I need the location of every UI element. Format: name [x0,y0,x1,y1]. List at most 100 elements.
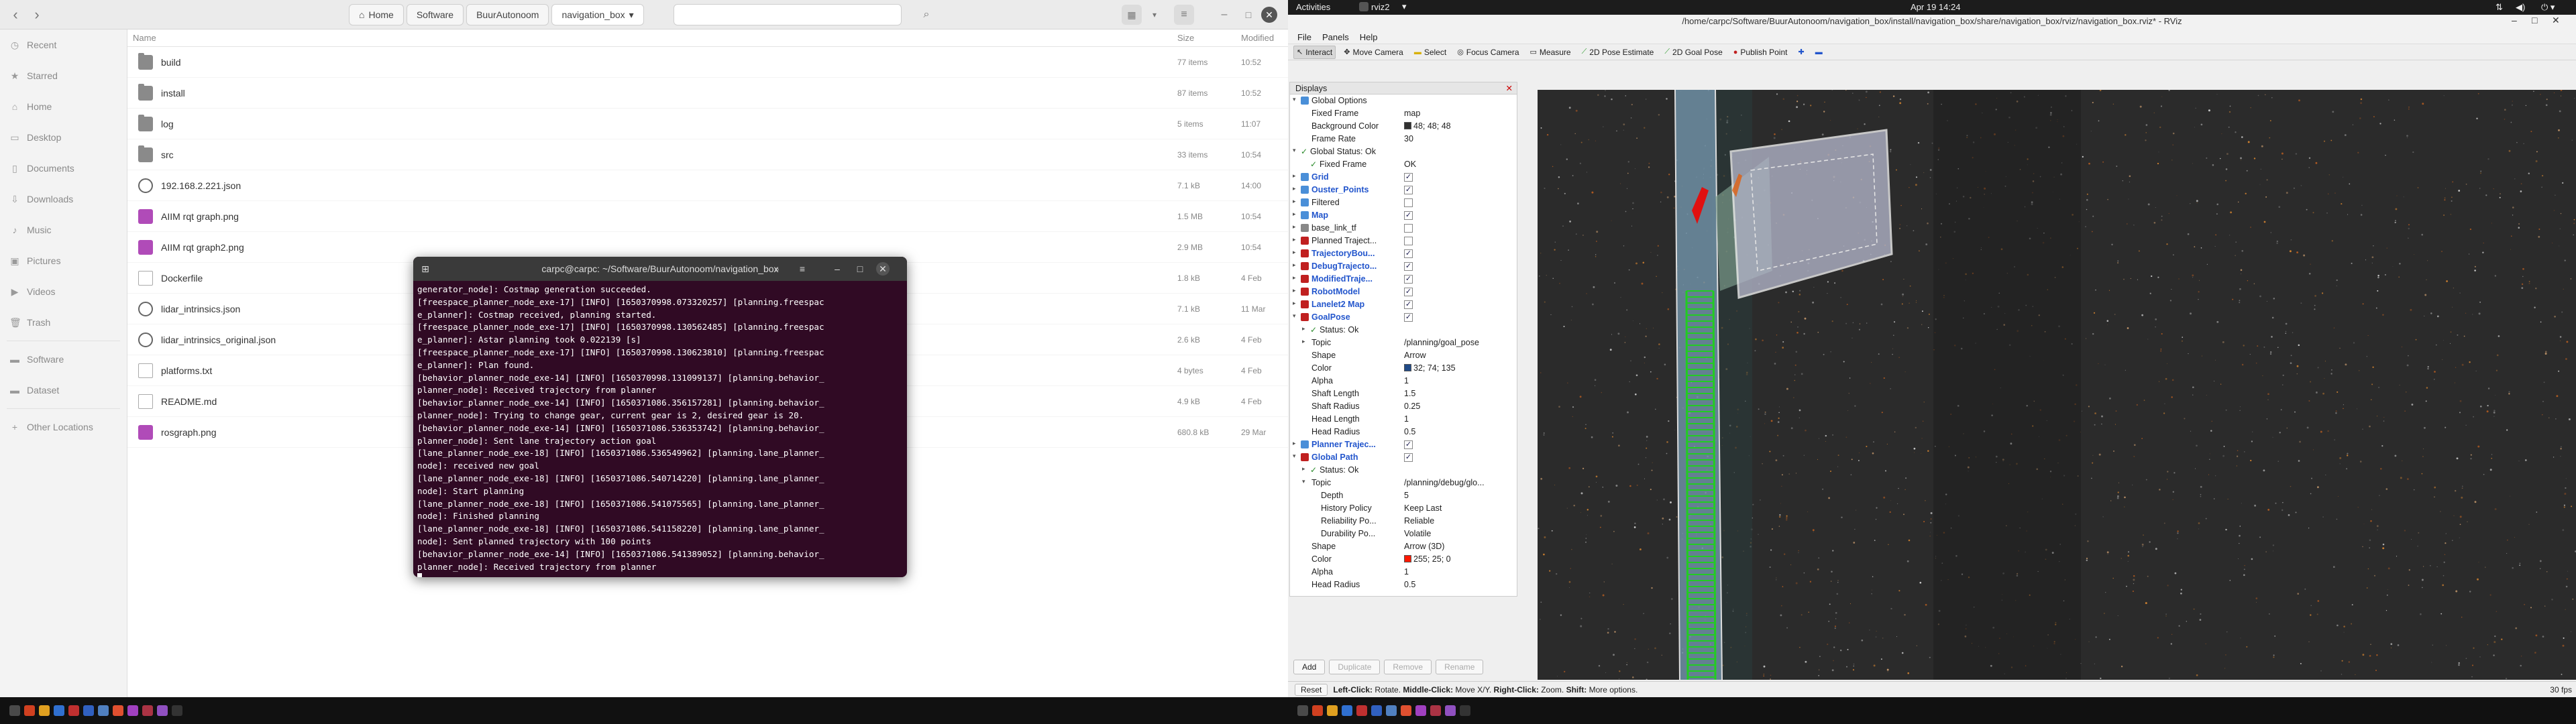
render-viewport[interactable] [1538,90,2576,680]
taskbar-app-icon[interactable] [1430,705,1441,716]
display-tree-item[interactable]: ▸ Lanelet2 Map ✓ [1290,298,1517,311]
expand-down-icon[interactable]: ▾ [1293,312,1296,320]
taskbar-app-icon[interactable] [172,705,182,716]
taskbar-app-icon[interactable] [142,705,153,716]
display-tree-item[interactable]: ▸ ModifiedTraje... ✓ [1290,273,1517,286]
taskbar-app-icon[interactable] [1297,705,1308,716]
column-modified[interactable]: Modified [1241,33,1274,43]
close-icon[interactable]: ✕ [1506,82,1513,95]
display-tree-item[interactable]: ▸ Ouster_Points ✓ [1290,184,1517,196]
display-tree-item[interactable]: Color 32; 74; 135 [1290,362,1517,375]
location-input[interactable] [674,4,902,25]
sidebar-item-dataset[interactable]: ▬ Dataset [0,375,127,406]
display-tree-item[interactable]: Shaft Length 1.5 [1290,387,1517,400]
property-value[interactable]: 1.5 [1404,389,1415,398]
breadcrumb-buurautonoom[interactable]: BuurAutonoom [466,4,549,25]
clock[interactable]: Apr 19 14:24 [1911,2,1960,12]
property-value[interactable]: 0.25 [1404,402,1420,411]
property-value[interactable]: map [1404,109,1420,118]
display-tree-item[interactable]: Shape Arrow [1290,349,1517,362]
property-value[interactable]: OK [1404,160,1416,169]
sidebar-item-trash[interactable]: 🗑 Trash [0,307,127,338]
display-tree-item[interactable]: ▸ Grid ✓ [1290,171,1517,184]
sidebar-item-home[interactable]: ⌂ Home [0,91,127,122]
display-tree-item[interactable]: ▾ Global Path ✓ [1290,451,1517,464]
terminal-titlebar[interactable]: ⊞ carpc@carpc: ~/Software/BuurAutonoom/n… [413,257,907,281]
taskbar-app-icon[interactable] [1386,705,1397,716]
display-tree-item[interactable]: ✓ Fixed Frame OK [1290,158,1517,171]
expand-down-icon[interactable]: ▾ [1293,96,1296,103]
add-tool-button[interactable]: ✚ [1795,46,1807,58]
display-tree-item[interactable]: ▸ Map ✓ [1290,209,1517,222]
close-icon[interactable]: ✕ [1261,7,1277,23]
taskbar-app-icon[interactable] [1371,705,1382,716]
interact-tool[interactable]: ↖ Interact [1293,45,1336,59]
enable-checkbox[interactable]: ✓ [1404,313,1413,322]
enable-checkbox[interactable]: ✓ [1404,453,1413,462]
expand-right-icon[interactable]: ▸ [1293,249,1296,256]
terminal-window[interactable]: ⊞ carpc@carpc: ~/Software/BuurAutonoom/n… [413,257,907,577]
sidebar-item-recent[interactable]: ◷ Recent [0,29,127,60]
activities-button[interactable]: Activities [1296,2,1330,12]
expand-right-icon[interactable]: ▸ [1293,236,1296,243]
property-value[interactable]: Arrow [1404,351,1426,360]
maximize-icon[interactable]: □ [2532,15,2537,25]
menu-icon[interactable]: ≡ [796,262,809,276]
search-icon[interactable]: ⌕ [916,5,936,25]
property-value[interactable]: Arrow (3D) [1404,542,1444,551]
display-tree-item[interactable]: ▾ ✓ Global Status: Ok [1290,145,1517,158]
network-icon[interactable]: ⇅ [2496,2,2503,13]
reset-button[interactable]: Reset [1295,683,1328,696]
property-value[interactable]: /planning/goal_pose [1404,338,1479,347]
file-row[interactable]: src 33 items 10:54 [127,139,1288,170]
display-tree-item[interactable]: Shaft Radius 0.25 [1290,400,1517,413]
taskbar-app-icon[interactable] [1401,705,1411,716]
focus-camera-tool[interactable]: ◎ Focus Camera [1454,46,1521,58]
property-value[interactable]: 48; 48; 48 [1404,121,1451,131]
column-name[interactable]: Name [133,33,156,43]
rviz-titlebar[interactable]: /home/carpc/Software/BuurAutonoom/naviga… [1288,15,2576,44]
property-value[interactable]: Volatile [1404,529,1431,538]
enable-checkbox[interactable] [1404,224,1413,233]
taskbar-app-icon[interactable] [1460,705,1470,716]
taskbar-app-icon[interactable] [127,705,138,716]
display-tree-item[interactable]: ▸ Filtered [1290,196,1517,209]
column-size[interactable]: Size [1177,33,1194,43]
taskbar-app-icon[interactable] [24,705,35,716]
taskbar-app-icon[interactable] [83,705,94,716]
display-tree-item[interactable]: Alpha 1 [1290,375,1517,387]
power-icon[interactable]: ⏻ ▾ [2541,2,2555,13]
publish-point-tool[interactable]: ● Publish Point [1731,46,1790,58]
volume-icon[interactable]: ◀) [2516,2,2525,13]
sidebar-item-desktop[interactable]: ▭ Desktop [0,122,127,153]
property-value[interactable]: 1 [1404,376,1409,385]
property-value[interactable]: 0.5 [1404,580,1415,589]
enable-checkbox[interactable]: ✓ [1404,440,1413,449]
enable-checkbox[interactable]: ✓ [1404,300,1413,309]
display-tree-item[interactable]: ▾ Topic/planning/debug/glo... [1290,477,1517,489]
file-row[interactable]: 192.168.2.221.json 7.1 kB 14:00 [127,170,1288,201]
display-tree-item[interactable]: Head Length 1 [1290,413,1517,426]
display-tree-item[interactable]: Color 255; 25; 0 [1290,553,1517,566]
display-tree-item[interactable]: ▸ Topic/planning/goal_pose [1290,337,1517,349]
taskbar-app-icon[interactable] [1312,705,1323,716]
terminal-output[interactable]: generator_node]: Costmap generation succ… [413,281,907,577]
expand-right-icon[interactable]: ▸ [1293,198,1296,205]
display-tree-item[interactable]: Background Color 48; 48; 48 [1290,120,1517,133]
minimize-icon[interactable]: – [1214,5,1234,25]
expand-right-icon[interactable]: ▸ [1293,300,1296,307]
breadcrumb-navigation-box[interactable]: navigation_box ▾ [551,4,644,25]
app-menu[interactable]: rviz2 [1371,2,1389,12]
expand-down-icon[interactable]: ▾ [1293,452,1296,460]
expand-down-icon[interactable]: ▾ [1302,478,1305,485]
minimize-icon[interactable]: – [830,262,844,276]
display-tree-item[interactable]: ▸ Planner Trajec... ✓ [1290,438,1517,451]
property-value[interactable]: 32; 74; 135 [1404,363,1456,373]
display-tree-item[interactable]: Head Radius 0.5 [1290,426,1517,438]
taskbar-app-icon[interactable] [39,705,50,716]
expand-right-icon[interactable]: ▸ [1293,440,1296,447]
expand-right-icon[interactable]: ▸ [1293,172,1296,180]
sidebar-item-software[interactable]: ▬ Software [0,344,127,375]
enable-checkbox[interactable]: ✓ [1404,288,1413,296]
taskbar-app-icon[interactable] [98,705,109,716]
